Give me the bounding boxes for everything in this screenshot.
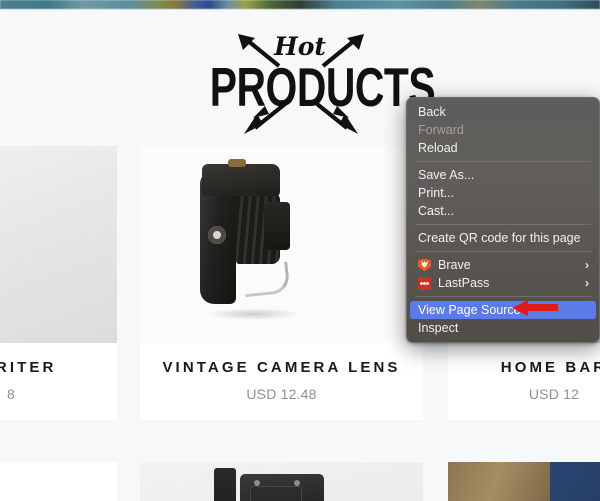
- product-card-row2-right[interactable]: [448, 462, 600, 501]
- menu-item-lastpass[interactable]: LastPass ›: [407, 274, 599, 292]
- menu-item-inspect[interactable]: Inspect: [407, 319, 599, 337]
- menu-item-label: LastPass: [438, 276, 490, 290]
- menu-separator: [415, 251, 591, 252]
- product-card-row2-center[interactable]: [140, 462, 423, 501]
- arrow-down-left-icon: [241, 102, 287, 136]
- product-image-typewriter: [0, 146, 117, 343]
- menu-item-view-page-source[interactable]: View Page Source: [410, 301, 596, 319]
- lastpass-icon: [418, 276, 431, 290]
- menu-item-label: Back: [418, 105, 446, 119]
- product-card-typewriter[interactable]: EWRITER 8: [0, 146, 117, 420]
- brave-icon: [418, 258, 431, 272]
- logo-main-word: PRODUCTS: [209, 57, 436, 119]
- menu-item-cast[interactable]: Cast...: [407, 202, 599, 220]
- product-image-film-camera: [140, 462, 423, 501]
- menu-item-label: Reload: [418, 141, 458, 155]
- menu-item-label: Forward: [418, 123, 464, 137]
- product-card-row2-left[interactable]: [0, 462, 117, 501]
- product-price: USD 12: [528, 386, 580, 402]
- menu-item-label: Cast...: [418, 204, 455, 218]
- menu-item-save-as[interactable]: Save As...: [407, 166, 599, 184]
- menu-separator: [415, 296, 591, 297]
- product-price: 8: [7, 386, 15, 402]
- page-root: Hot PRODUCTS RITER 8 VINTAGE CAMERA LENS…: [0, 0, 600, 501]
- product-title: EWRITER: [0, 359, 57, 376]
- menu-item-reload[interactable]: Reload: [407, 139, 599, 157]
- chevron-right-icon: ›: [585, 258, 589, 272]
- menu-item-label: Brave: [438, 258, 471, 272]
- menu-item-create-qr-code[interactable]: Create QR code for this page: [407, 229, 599, 247]
- product-card-vintage-camera-lens[interactable]: VINTAGE CAMERA LENS USD 12.48: [140, 146, 423, 420]
- top-banner-image-strip: [0, 0, 600, 9]
- product-title: HOME BAR: [500, 359, 600, 376]
- menu-item-label: Print...: [418, 186, 455, 200]
- menu-item-back[interactable]: Back: [407, 103, 599, 121]
- menu-item-label: Save As...: [418, 168, 475, 182]
- menu-item-label: Inspect: [418, 321, 459, 335]
- arrow-down-right-icon: [315, 102, 361, 136]
- chevron-right-icon: ›: [585, 276, 589, 290]
- menu-item-label: View Page Source: [418, 303, 521, 317]
- menu-item-forward: Forward: [407, 121, 599, 139]
- menu-separator: [415, 224, 591, 225]
- product-image-room: [448, 462, 600, 501]
- product-price: USD 12.48: [246, 386, 317, 402]
- product-image-row2-left: [0, 462, 117, 501]
- browser-context-menu[interactable]: Back Forward Reload Save As... Print... …: [406, 97, 600, 343]
- product-title: VINTAGE CAMERA LENS: [162, 359, 401, 376]
- menu-separator: [415, 161, 591, 162]
- menu-item-label: Create QR code for this page: [418, 231, 581, 245]
- product-image-vintage-camera-lens: [140, 146, 423, 343]
- menu-item-print[interactable]: Print...: [407, 184, 599, 202]
- menu-item-brave[interactable]: Brave ›: [407, 256, 599, 274]
